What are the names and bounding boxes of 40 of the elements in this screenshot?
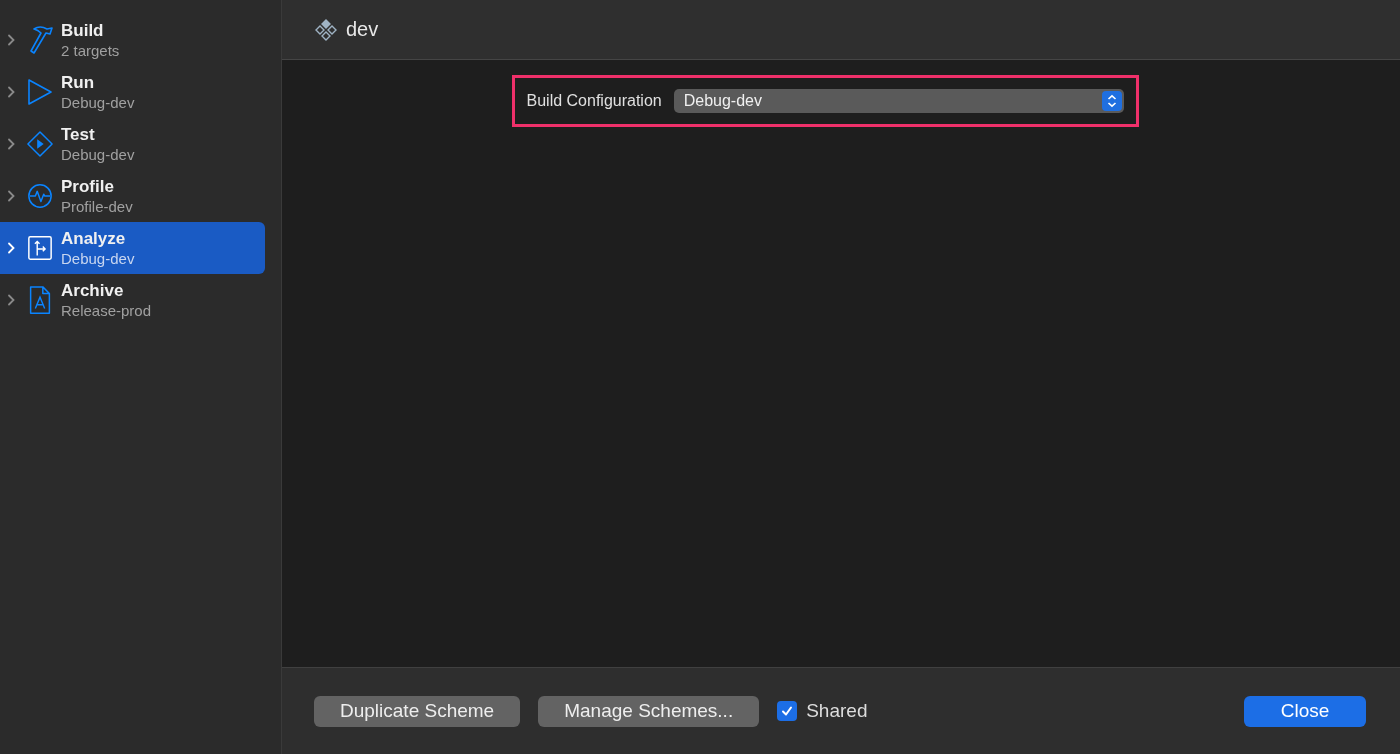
branch-square-icon [27,233,53,263]
chevron-icon[interactable] [7,190,15,202]
footer-button[interactable]: Manage Schemes... [538,695,760,727]
scheme-title: dev [346,18,379,41]
footer-button[interactable]: Duplicate Scheme [314,695,521,727]
checkmark-icon [780,704,795,718]
item-title: Analyze [61,228,127,249]
field-label: Build Configuration [526,92,662,110]
item-title: Profile [61,176,115,197]
item-subtitle: Profile-dev [61,197,133,216]
item-subtitle: Debug-dev [61,93,135,112]
item-subtitle: Release-prod [61,301,152,320]
scheme-action-item[interactable]: Analyze Debug-dev [0,222,265,274]
app-document-icon [27,285,53,315]
scheme-action-item[interactable]: Build 2 targets [0,14,265,66]
chevron-icon[interactable] [7,34,15,46]
scheme-action-item[interactable]: Profile Profile-dev [0,170,265,222]
close-button[interactable]: Close [1244,695,1366,727]
item-subtitle: Debug-dev [61,249,135,268]
item-title: Test [61,124,96,145]
diamond-play-icon [27,129,53,159]
scheme-action-item[interactable]: Archive Release-prod [0,274,265,326]
checkbox[interactable] [777,701,798,721]
item-title: Run [61,72,96,93]
chevron-icon[interactable] [7,138,15,150]
up-down-chevron-icon [1101,91,1122,111]
waveform-gauge-icon [27,181,53,211]
item-title: Build [61,20,105,41]
item-subtitle: 2 targets [61,41,120,60]
target-diamonds-icon [314,17,338,42]
build-configuration-dropdown[interactable]: Debug-dev [673,89,1124,113]
checkbox-label[interactable]: Shared [806,700,868,722]
item-title: Archive [61,280,125,301]
item-subtitle: Debug-dev [61,145,135,164]
chevron-icon[interactable] [7,86,15,98]
play-icon [27,77,53,107]
scheme-action-item[interactable]: Test Debug-dev [0,118,265,170]
hammer-icon [27,25,53,55]
chevron-icon[interactable] [7,294,15,306]
scheme-action-item[interactable]: Run Debug-dev [0,66,265,118]
